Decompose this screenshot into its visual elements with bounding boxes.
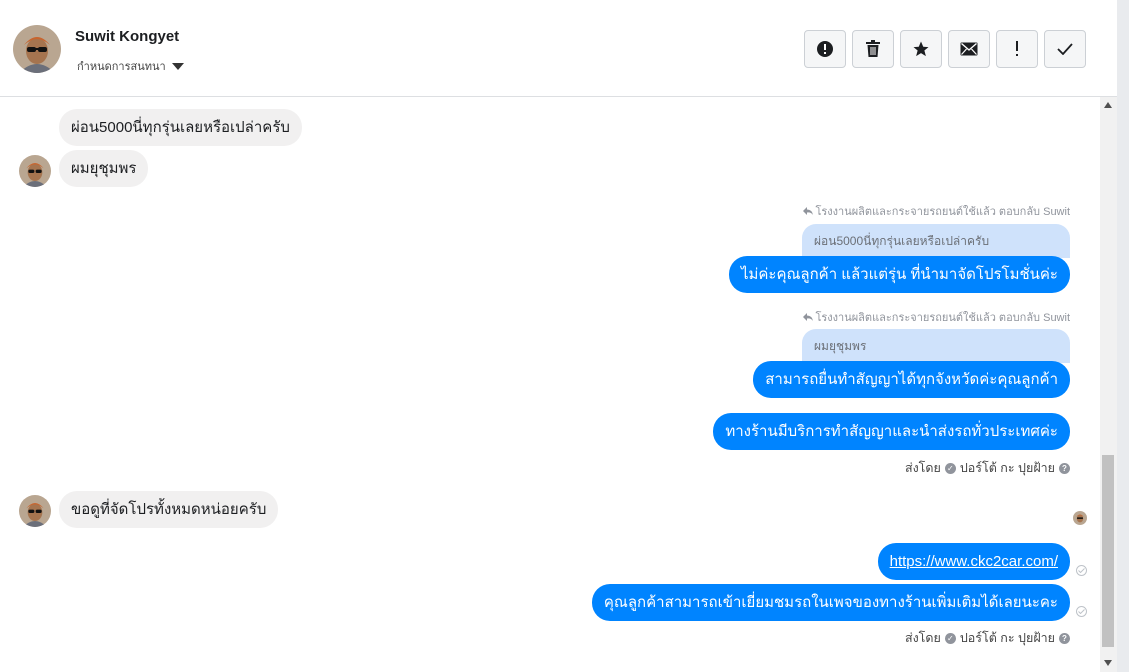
- scroll-up-arrow-icon[interactable]: [1104, 102, 1112, 108]
- sent-by-info: ส่งโดย ✓ ปอร์โต้ กะ ปุยฝ้าย ?: [905, 458, 1070, 478]
- help-icon[interactable]: ?: [1059, 632, 1070, 644]
- sent-by-name: ปอร์โต้ กะ ปุยฝ้าย: [959, 631, 1055, 645]
- avatar: [19, 155, 51, 187]
- outgoing-link-message: https://www.ckc2car.com/: [877, 543, 1070, 580]
- conversation-toolbar: [804, 30, 1086, 68]
- check-icon: [1057, 43, 1073, 55]
- scroll-thumb[interactable]: [1102, 455, 1114, 647]
- reply-arrow-icon: [803, 313, 814, 321]
- mark-unread-button[interactable]: [948, 30, 990, 68]
- scroll-down-arrow-icon[interactable]: [1104, 660, 1112, 666]
- incoming-message: ผ่อน5000นี่ทุกรุ่นเลยหรือเปล่าครับ: [59, 109, 302, 146]
- delete-button[interactable]: [852, 30, 894, 68]
- spam-button[interactable]: [804, 30, 846, 68]
- avatar[interactable]: [13, 25, 61, 73]
- star-icon: [913, 41, 929, 57]
- exclamation-icon: [1016, 41, 1018, 56]
- message-thread: ผ่อน5000นี่ทุกรุ่นเลยหรือเปล่าครับ ผมยุช…: [0, 97, 1100, 672]
- verified-icon: ✓: [944, 632, 956, 644]
- reply-note: โรงงานผลิตและกระจายรถยนต์ใช้แล้ว ตอบกลับ…: [803, 202, 1070, 220]
- reply-note: โรงงานผลิตและกระจายรถยนต์ใช้แล้ว ตอบกลับ…: [803, 308, 1070, 326]
- verified-icon: ✓: [944, 462, 956, 474]
- seen-avatar: [1073, 511, 1087, 525]
- quoted-message: ผ่อน5000นี่ทุกรุ่นเลยหรือเปล่าครับ: [802, 224, 1070, 258]
- follow-up-button[interactable]: [996, 30, 1038, 68]
- outgoing-message: ทางร้านมีบริการทำสัญญาและนำส่งรถทั่วประเ…: [713, 413, 1070, 450]
- sent-by-label: ส่งโดย: [904, 461, 941, 475]
- incoming-message: ขอดูที่จัดโปรทั้งหมดหน่อยครับ: [59, 491, 279, 528]
- incoming-message: ผมยุชุมพร: [59, 150, 149, 187]
- reply-note-text: โรงงานผลิตและกระจายรถยนต์ใช้แล้ว ตอบกลับ…: [815, 312, 1070, 324]
- conversation-header: Suwit Kongyet กำหนดการสนทนา: [0, 0, 1117, 97]
- outgoing-message: ไม่ค่ะคุณลูกค้า แล้วแต่รุ่น ที่นำมาจัดโป…: [728, 256, 1070, 293]
- sent-by-info: ส่งโดย ✓ ปอร์โต้ กะ ปุยฝ้าย ?: [905, 628, 1070, 648]
- caret-down-icon: [171, 62, 184, 70]
- envelope-icon: [960, 42, 978, 56]
- trash-icon: [866, 40, 880, 57]
- conversation-settings-label: กำหนดการสนทนา: [77, 61, 166, 73]
- avatar: [19, 495, 51, 527]
- conversation-settings-dropdown[interactable]: กำหนดการสนทนา: [77, 57, 184, 75]
- contact-name: Suwit Kongyet: [75, 28, 180, 45]
- delivered-check-icon: [1076, 606, 1087, 617]
- alert-circle-icon: [817, 41, 833, 57]
- help-icon[interactable]: ?: [1059, 462, 1070, 474]
- done-button[interactable]: [1044, 30, 1086, 68]
- message-scrollbar[interactable]: [1100, 97, 1117, 672]
- quoted-message: ผมยุชุมพร: [802, 329, 1070, 363]
- delivered-check-icon: [1076, 565, 1087, 576]
- outgoing-message: คุณลูกค้าสามารถเข้าเยี่ยมชมรถในเพจของทาง…: [591, 584, 1070, 621]
- outgoing-message: สามารถยื่นทำสัญญาได้ทุกจังหวัดค่ะคุณลูกค…: [753, 361, 1070, 398]
- sent-by-name: ปอร์โต้ กะ ปุยฝ้าย: [959, 461, 1055, 475]
- reply-arrow-icon: [803, 207, 814, 215]
- star-button[interactable]: [900, 30, 942, 68]
- conversation-panel: Suwit Kongyet กำหนดการสนทนา ผ่อน5000นี่ท…: [0, 0, 1117, 672]
- sent-by-label: ส่งโดย: [904, 631, 941, 645]
- website-link[interactable]: https://www.ckc2car.com/: [890, 553, 1058, 570]
- reply-note-text: โรงงานผลิตและกระจายรถยนต์ใช้แล้ว ตอบกลับ…: [815, 206, 1070, 218]
